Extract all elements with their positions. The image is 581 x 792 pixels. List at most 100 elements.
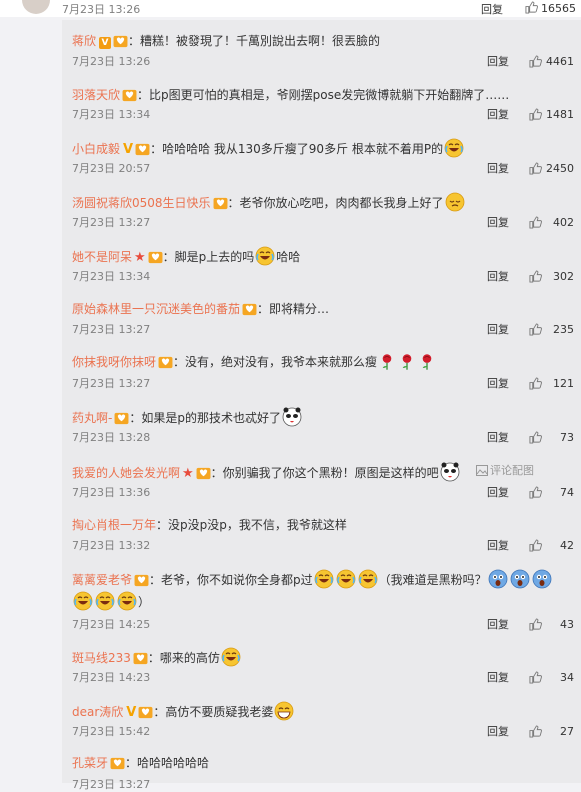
fan-badge-icon	[242, 303, 257, 316]
laughing-emoji-icon	[444, 138, 464, 158]
fan-badge-icon	[213, 197, 228, 210]
comment-time: 7月23日 13:28	[72, 431, 151, 444]
laughing-emoji-icon	[95, 591, 115, 611]
reply-link[interactable]: 回复	[487, 539, 509, 553]
like-button[interactable]: 16565	[525, 1, 576, 15]
username[interactable]: 孔菜牙	[72, 756, 108, 770]
comment-time: 7月23日 20:57	[72, 162, 151, 175]
username[interactable]: dear涛欣	[72, 705, 123, 719]
like-button[interactable]: 43	[529, 618, 574, 633]
comment-time: 7月23日 13:27	[72, 216, 151, 229]
username[interactable]: 我爱的人她会发光啊	[72, 466, 180, 480]
comment-text: ：哪来的高仿	[147, 651, 220, 665]
reply-link[interactable]: 回复	[487, 270, 509, 284]
comment-text: ：老爷你放心吃吧，肉肉都长我身上好了	[227, 196, 444, 210]
rose-icon	[421, 353, 433, 371]
comment-text: ：高仿不要质疑我老婆	[153, 705, 274, 719]
username[interactable]: 小白成毅	[72, 142, 120, 156]
like-button[interactable]: 27	[529, 725, 574, 740]
like-count: 2450	[546, 162, 574, 175]
reply-link[interactable]: 回复	[487, 108, 509, 122]
fan-badge-icon	[122, 89, 137, 102]
thumbs-up-icon	[529, 539, 542, 552]
like-button[interactable]: 302	[529, 270, 574, 285]
comment-time: 7月23日 13:34	[72, 270, 151, 283]
comment-time: 7月23日 14:25	[72, 618, 151, 631]
star-badge-icon: ★	[134, 250, 146, 265]
comment-text-end: ）	[138, 595, 151, 609]
scared-emoji-icon	[488, 569, 508, 589]
username[interactable]: 你抹我呀你抹呀	[72, 355, 156, 369]
reply-link[interactable]: 回复	[487, 323, 509, 337]
reply-link[interactable]: 回复	[481, 1, 503, 17]
fan-badge-icon	[110, 757, 125, 770]
reply-link[interactable]: 回复	[487, 55, 509, 69]
like-button[interactable]: 1481	[529, 108, 574, 123]
laughing-emoji-icon	[221, 647, 241, 667]
like-count: 74	[560, 486, 574, 499]
username[interactable]: 斑马线233	[72, 651, 131, 665]
like-button[interactable]: 235	[529, 323, 574, 338]
comment-text: ：脚是p上去的吗	[162, 250, 255, 264]
rose-icon	[401, 353, 413, 371]
like-button[interactable]: 34	[529, 671, 574, 686]
reply-link[interactable]: 回复	[487, 486, 509, 500]
like-count: 235	[553, 323, 574, 336]
like-button[interactable]: 73	[529, 431, 574, 446]
avatar[interactable]	[22, 0, 50, 14]
comment-text-aside: （我难道是黑粉吗？	[378, 573, 487, 587]
reply-link[interactable]: 回复	[487, 431, 509, 445]
like-button[interactable]: 4461	[529, 55, 574, 70]
thumbs-up-icon	[529, 431, 542, 444]
username[interactable]: 羽落天欣	[72, 88, 120, 102]
comment-time: 7月23日 13:26	[62, 3, 141, 16]
comment-time: 7月23日 13:32	[72, 539, 151, 552]
comment-text: ：没p没p没p，我不信，我爷就这样	[156, 518, 347, 532]
username[interactable]: 蒋欣	[72, 34, 96, 48]
laughing-emoji-icon	[255, 246, 275, 266]
previous-comment-footer: 7月23日 13:26 回复 16565	[0, 0, 581, 17]
scared-emoji-icon	[532, 569, 552, 589]
reply-link[interactable]: 回复	[487, 377, 509, 391]
reply-link[interactable]: 回复	[487, 216, 509, 230]
username[interactable]: 她不是阿呆	[72, 250, 132, 264]
username[interactable]: 掏心肖根一万年	[72, 518, 156, 532]
panda-emoji-icon	[440, 462, 460, 482]
reply-link[interactable]: 回复	[487, 162, 509, 176]
thumbs-up-icon	[529, 216, 542, 229]
like-count: 73	[560, 431, 574, 444]
like-button[interactable]: 74	[529, 486, 574, 501]
picture-comment-link[interactable]: 评论配图	[476, 462, 534, 478]
reply-link[interactable]: 回复	[487, 671, 509, 685]
like-count: 16565	[541, 2, 576, 15]
reply-link[interactable]: 回复	[487, 618, 509, 632]
fan-badge-icon	[138, 706, 153, 719]
like-button[interactable]: 2450	[529, 162, 574, 177]
laughing-emoji-icon	[73, 591, 93, 611]
laughing-emoji-icon	[314, 569, 334, 589]
fan-badge-icon	[135, 143, 150, 156]
panda-emoji-icon	[282, 407, 302, 427]
username[interactable]: 汤圆祝蒋欣0508生日快乐	[72, 196, 211, 210]
thumbs-up-icon	[529, 618, 542, 631]
fan-badge-icon	[114, 412, 129, 425]
comment-time: 7月23日 14:23	[72, 671, 151, 684]
verified-v-icon: V	[126, 705, 137, 720]
username[interactable]: 原始森林里一只沉迷美色的番茄	[72, 302, 240, 316]
like-count: 34	[560, 671, 574, 684]
thumbs-up-icon	[529, 323, 542, 336]
comment-text: ：你别骗我了你这个黑粉！原图是这样的吧	[210, 466, 439, 480]
like-button[interactable]: 121	[529, 377, 574, 392]
fan-badge-icon	[134, 574, 149, 587]
comment-text: ：没有，绝对没有，我爷本来就那么瘦	[173, 355, 378, 369]
like-button[interactable]: 42	[529, 539, 574, 554]
username[interactable]: 药丸啊-	[72, 411, 112, 425]
comment-text: ：哈哈哈哈 我从130多斤瘦了90多斤 根本就不着用P的	[150, 142, 444, 156]
username[interactable]: 蓠蓠爱老爷	[72, 573, 132, 587]
like-button[interactable]: 402	[529, 216, 574, 231]
reply-link[interactable]: 回复	[487, 725, 509, 739]
comment-time: 7月23日 13:36	[72, 486, 151, 499]
thumbs-up-icon	[529, 671, 542, 684]
comment-text: ：糟糕！被發現了！千萬別說出去啊！很丟臉的	[128, 34, 381, 48]
fan-badge-icon	[133, 652, 148, 665]
